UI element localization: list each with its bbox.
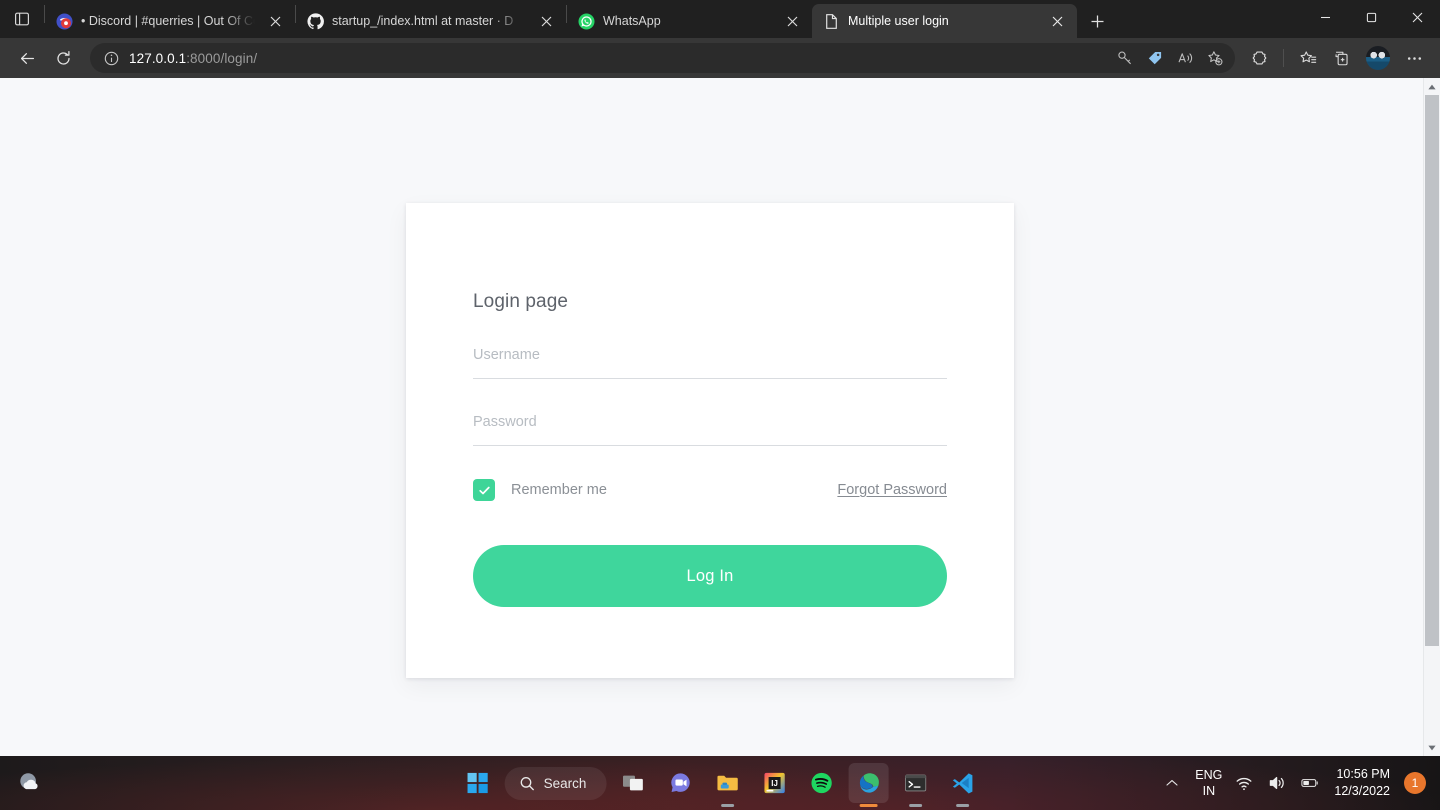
tab-title: Multiple user login xyxy=(848,14,949,28)
tab-close-button[interactable] xyxy=(780,9,804,33)
taskbar-apps: Search IJ xyxy=(458,763,983,807)
shopping-tag-icon[interactable] xyxy=(1141,44,1169,72)
favorites-icon[interactable] xyxy=(1292,43,1324,73)
close-button[interactable] xyxy=(1394,0,1440,34)
password-field-wrap xyxy=(473,404,947,446)
tab-title: startup_/index.html at master · D xyxy=(332,14,514,28)
clock[interactable]: 10:56 PM 12/3/2022 xyxy=(1332,766,1390,800)
tab-strip: • Discord | #querries | Out Of Co startu… xyxy=(0,0,1440,38)
browser-window: • Discord | #querries | Out Of Co startu… xyxy=(0,0,1440,756)
collections-split-icon[interactable] xyxy=(1243,43,1275,73)
add-favorite-icon[interactable] xyxy=(1201,44,1229,72)
search-label: Search xyxy=(543,775,587,791)
password-input[interactable] xyxy=(473,404,947,446)
file-explorer-icon[interactable] xyxy=(707,763,747,807)
read-aloud-icon[interactable] xyxy=(1171,44,1199,72)
window-controls xyxy=(1302,0,1440,38)
forgot-password-link[interactable]: Forgot Password xyxy=(837,482,947,498)
url-text: 127.0.0.1:8000/login/ xyxy=(124,51,257,66)
battery-icon[interactable] xyxy=(1299,772,1321,794)
search-icon xyxy=(520,776,534,790)
tab-title: • Discord | #querries | Out Of Co xyxy=(81,14,255,28)
refresh-icon[interactable] xyxy=(46,43,80,73)
task-view-icon[interactable] xyxy=(613,763,653,803)
windows-start-icon[interactable] xyxy=(458,763,498,803)
scroll-up-icon[interactable] xyxy=(1424,78,1440,95)
taskbar-search-button[interactable]: Search xyxy=(504,766,607,800)
teams-chat-icon[interactable] xyxy=(660,763,700,803)
tab-close-button[interactable] xyxy=(534,9,558,33)
omnibox-actions xyxy=(1111,44,1229,72)
browser-tab-discord[interactable]: • Discord | #querries | Out Of Co xyxy=(45,4,295,38)
github-icon xyxy=(307,12,324,30)
discord-icon xyxy=(56,13,73,30)
maximize-button[interactable] xyxy=(1348,0,1394,34)
browser-toolbar: 127.0.0.1:8000/login/ xyxy=(0,38,1440,78)
system-tray: ENG IN 10:56 PM 12/3/2022 1 xyxy=(1160,766,1430,800)
svg-text:IJ: IJ xyxy=(771,779,778,788)
address-bar[interactable]: 127.0.0.1:8000/login/ xyxy=(90,43,1235,73)
browser-tab-github[interactable]: startup_/index.html at master · D xyxy=(296,4,566,38)
username-input[interactable] xyxy=(473,337,947,379)
tab-close-button[interactable] xyxy=(263,9,287,33)
language-line-1: ENG xyxy=(1195,768,1223,782)
terminal-icon[interactable] xyxy=(895,763,935,807)
back-arrow-icon[interactable] xyxy=(10,43,44,73)
microsoft-edge-icon[interactable] xyxy=(848,763,889,807)
spotify-icon[interactable] xyxy=(801,763,841,803)
remember-me-label: Remember me xyxy=(511,482,607,498)
whatsapp-icon xyxy=(578,13,595,30)
page-icon xyxy=(823,13,840,30)
windows-taskbar: Search IJ ENG IN 10:56 PM 12/3/2022 1 xyxy=(0,756,1440,810)
tab-search-icon[interactable] xyxy=(0,0,44,38)
volume-icon[interactable] xyxy=(1266,772,1288,794)
clock-date: 12/3/2022 xyxy=(1334,784,1390,798)
page-viewport: Login page Remember me xyxy=(0,78,1440,756)
url-host: 127.0.0.1 xyxy=(129,50,187,66)
minimize-button[interactable] xyxy=(1302,0,1348,34)
remember-me-checkbox[interactable] xyxy=(473,479,495,501)
language-indicator[interactable]: ENG IN xyxy=(1195,767,1222,799)
scrollbar-track[interactable] xyxy=(1424,95,1440,739)
new-tab-button[interactable] xyxy=(1079,4,1115,38)
tab-close-button[interactable] xyxy=(1045,9,1069,33)
running-indicator xyxy=(859,804,878,807)
show-hidden-icons-icon[interactable] xyxy=(1160,779,1184,787)
tab-title: WhatsApp xyxy=(603,14,661,28)
notification-badge[interactable]: 1 xyxy=(1404,772,1426,794)
running-indicator xyxy=(908,804,922,807)
page-scrollbar[interactable] xyxy=(1423,78,1440,756)
wifi-icon[interactable] xyxy=(1233,772,1255,794)
browser-tab-whatsapp[interactable]: WhatsApp xyxy=(567,4,812,38)
info-icon[interactable] xyxy=(98,45,124,71)
scroll-down-icon[interactable] xyxy=(1424,739,1440,756)
toolbar-divider xyxy=(1283,49,1284,67)
weather-widget-icon[interactable] xyxy=(10,761,54,805)
browser-tab-multiple-user-login[interactable]: Multiple user login xyxy=(812,4,1077,38)
profile-avatar[interactable] xyxy=(1366,46,1390,70)
browser-essentials-icon[interactable] xyxy=(1326,43,1358,73)
running-indicator xyxy=(720,804,734,807)
page-title: Login page xyxy=(473,291,569,312)
clock-time: 10:56 PM xyxy=(1336,767,1390,781)
remember-row: Remember me Forgot Password xyxy=(473,477,947,503)
intellij-idea-icon[interactable]: IJ xyxy=(754,763,794,803)
login-card: Login page Remember me xyxy=(406,203,1014,678)
username-field-wrap xyxy=(473,337,947,379)
login-button[interactable]: Log In xyxy=(473,545,947,607)
url-path: :8000/login/ xyxy=(186,50,258,66)
running-indicator xyxy=(955,804,969,807)
settings-ellipsis-icon[interactable] xyxy=(1398,43,1430,73)
web-page: Login page Remember me xyxy=(0,78,1423,756)
scrollbar-thumb[interactable] xyxy=(1425,95,1439,646)
language-line-2: IN xyxy=(1202,784,1216,798)
vs-code-icon[interactable] xyxy=(942,763,982,807)
key-icon[interactable] xyxy=(1111,44,1139,72)
